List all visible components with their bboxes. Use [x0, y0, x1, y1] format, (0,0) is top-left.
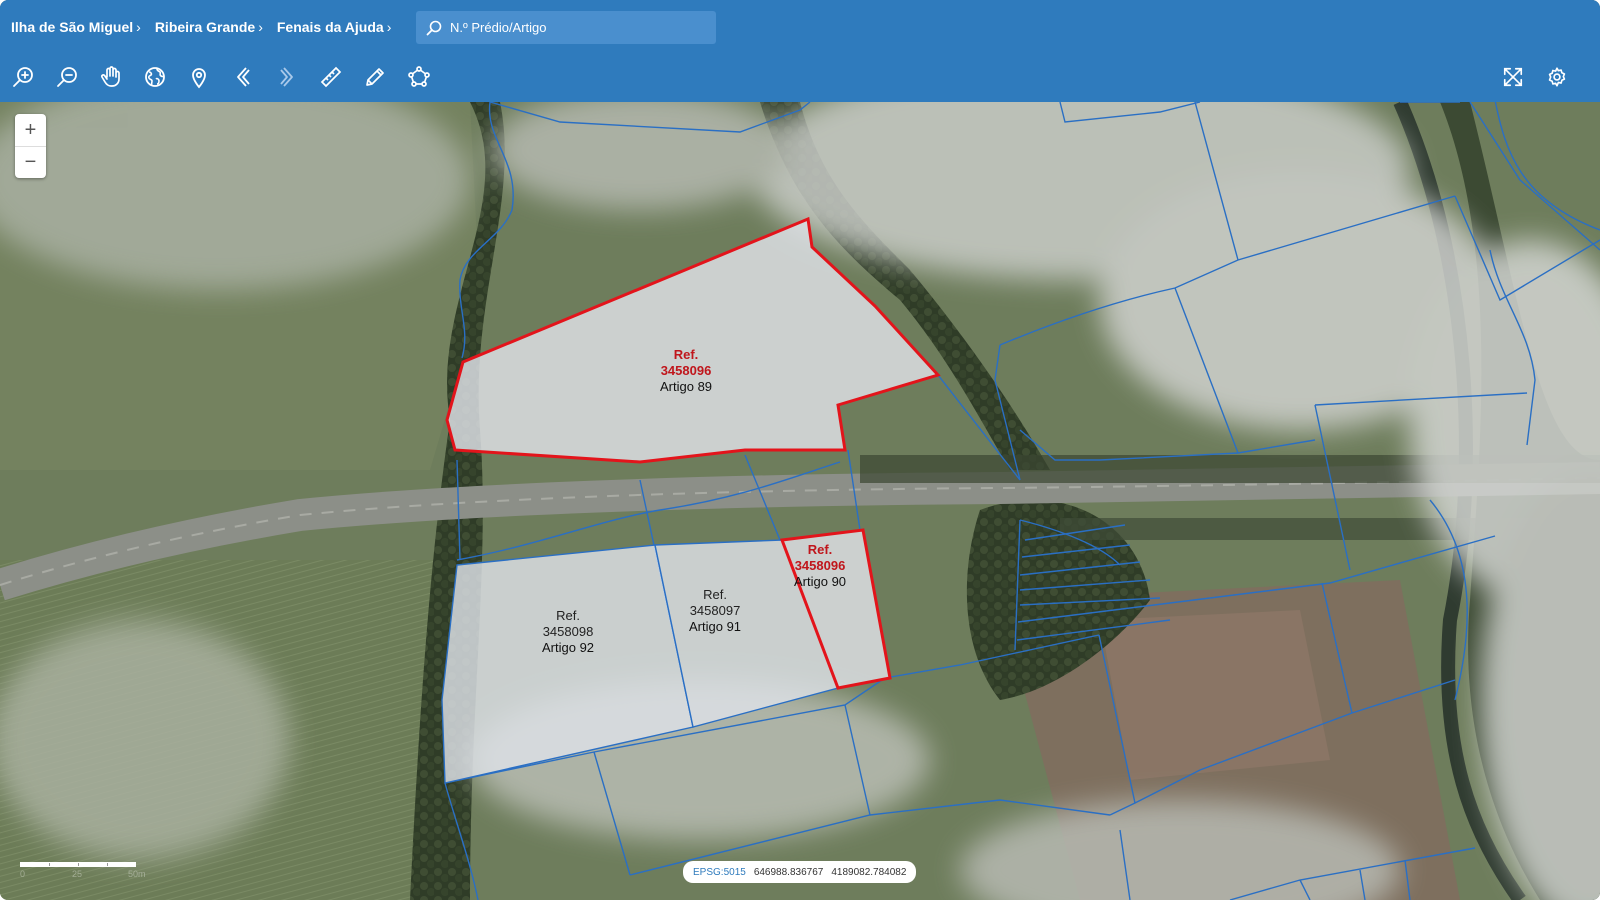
breadcrumb-island[interactable]: Ilha de São Miguel ›	[11, 19, 141, 35]
draw-pencil-icon[interactable]	[362, 64, 388, 90]
coordinate-readout: EPSG:5015 646988.836767 4189082.784082	[683, 861, 917, 883]
breadcrumb-municipality[interactable]: Ribeira Grande ›	[155, 19, 263, 35]
polygon-select-icon[interactable]	[406, 64, 432, 90]
parcel-label-artigo-92[interactable]: Ref. 3458098 Artigo 92	[542, 608, 594, 656]
scale-bar-labels: 0 25 50m	[20, 869, 146, 879]
map-toolbar	[10, 64, 450, 90]
cadastre-map-app: Ilha de São Miguel › Ribeira Grande › Fena…	[0, 0, 1600, 900]
scale-bar: 0 25 50m	[20, 862, 146, 879]
map-zoom-control: + −	[15, 114, 46, 178]
parcel-label-artigo-90[interactable]: Ref. 3458096 Artigo 90	[794, 542, 846, 590]
fullscreen-icon[interactable]	[1500, 64, 1526, 90]
pan-hand-icon[interactable]	[98, 64, 124, 90]
globe-icon[interactable]	[142, 64, 168, 90]
coord-y: 4189082.784082	[831, 866, 907, 878]
zoom-in-icon[interactable]	[10, 64, 36, 90]
epsg-code[interactable]: EPSG:5015	[693, 867, 746, 878]
map-canvas[interactable]: Ref. 3458096 Artigo 89 Ref. 3458096 Arti…	[0, 60, 1600, 900]
parcel-label-artigo-89[interactable]: Ref. 3458096 Artigo 89	[660, 347, 712, 395]
measure-ruler-icon[interactable]	[318, 64, 344, 90]
search-icon	[426, 20, 442, 35]
breadcrumb-parish[interactable]: Fenais da Ajuda ›	[277, 19, 392, 35]
next-view-icon[interactable]	[274, 64, 300, 90]
chevron-right-icon: ›	[136, 19, 141, 35]
previous-view-icon[interactable]	[230, 64, 256, 90]
zoom-out-icon[interactable]	[54, 64, 80, 90]
settings-gear-icon[interactable]	[1544, 64, 1570, 90]
search-box	[416, 11, 716, 44]
location-pin-icon[interactable]	[186, 64, 212, 90]
search-input[interactable]	[448, 19, 692, 36]
top-header: Ilha de São Miguel › Ribeira Grande › Fena…	[0, 0, 1600, 102]
parcel-label-artigo-91[interactable]: Ref. 3458097 Artigo 91	[689, 587, 741, 635]
map-zoom-in-button[interactable]: +	[15, 114, 46, 146]
breadcrumb: Ilha de São Miguel › Ribeira Grande › Fena…	[11, 15, 405, 39]
chevron-right-icon: ›	[258, 19, 263, 35]
map-zoom-out-button[interactable]: −	[15, 146, 46, 178]
chevron-right-icon: ›	[386, 19, 392, 35]
coord-x: 646988.836767	[753, 866, 824, 878]
aerial-map	[0, 60, 1600, 900]
